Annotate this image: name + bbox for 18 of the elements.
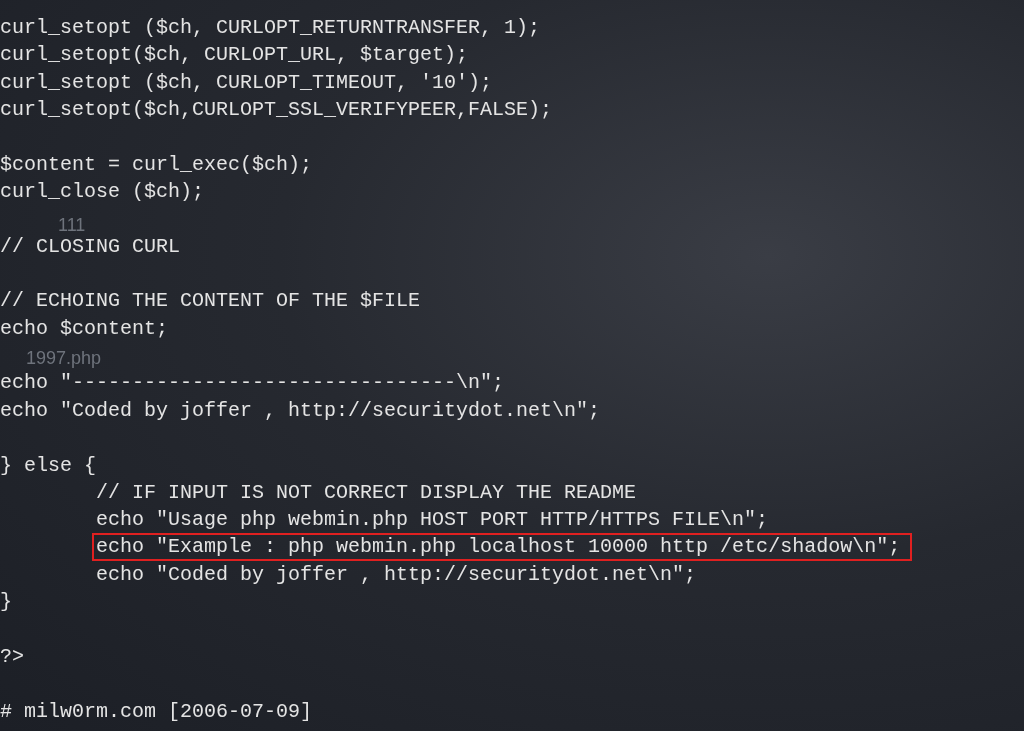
code-line: $content = curl_exec($ch); [0, 151, 313, 178]
code-line: echo "Coded by joffer , http://securitydot.net\n"; [95, 561, 697, 588]
code-line: echo "Usage php webmin.php HOST PORT HTTP/HTTPS FILE\n"; [95, 507, 769, 534]
code-line: curl_setopt ($ch, CURLOPT_RETURNTRANSFER, 1); [0, 15, 541, 41]
code-line: curl_close ($ch); [0, 179, 205, 206]
code-line: # milw0rm.com [2006-07-09] [0, 698, 313, 725]
code-line: echo "--------------------------------\n"; [0, 370, 505, 397]
code-line: } [0, 589, 12, 616]
code-line: // IF INPUT IS NOT CORRECT DISPLAY THE README [95, 479, 637, 506]
code-line: curl_setopt($ch,CURLOPT_SSL_VERIFYPEER,FALSE); [0, 97, 553, 124]
code-line: curl_setopt ($ch, CURLOPT_TIMEOUT, '10'); [0, 69, 493, 96]
desktop-icon-label[interactable]: 1997.php [26, 345, 102, 372]
code-line: // ECHOING THE CONTENT OF THE $FILE [0, 288, 421, 315]
code-line: echo "Coded by joffer , http://securitydot.net\n"; [0, 397, 601, 424]
code-line: } else { [0, 452, 96, 479]
code-line: ?> [0, 643, 24, 670]
code-line: echo $content; [0, 315, 169, 342]
code-line: curl_setopt($ch, CURLOPT_URL, $target); [0, 42, 469, 69]
